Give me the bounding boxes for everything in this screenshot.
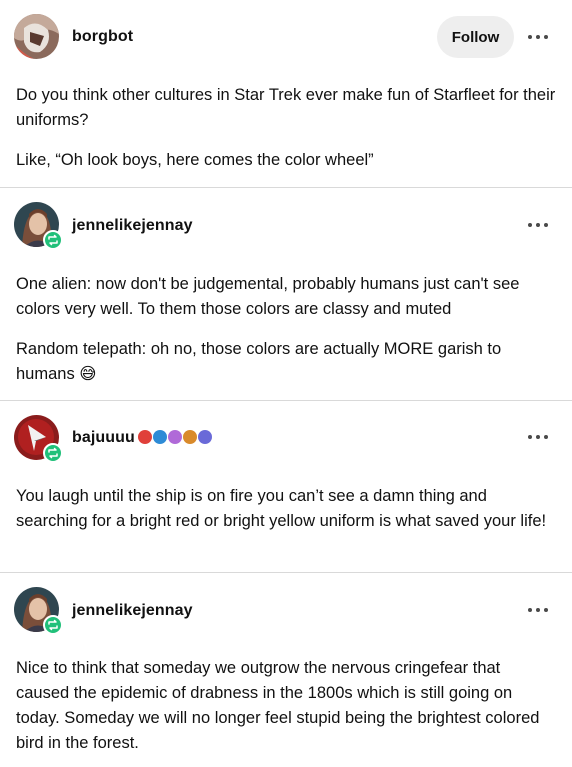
post-paragraph: You laugh until the ship is on fire you … <box>16 487 547 530</box>
post-paragraph: Random telepath: oh no, those colors are… <box>16 340 502 383</box>
username[interactable]: jennelikejennay <box>72 602 193 620</box>
follow-button[interactable]: Follow <box>437 16 514 58</box>
post-borgbot: borgbot Follow Do you think other cultur… <box>0 0 572 188</box>
badge-icon <box>168 430 182 444</box>
badge-icon <box>138 430 152 444</box>
badge-icon <box>198 430 212 444</box>
username[interactable]: jennelikejennay <box>72 217 193 235</box>
username[interactable]: bajuuuu <box>72 429 135 447</box>
post-paragraph: One alien: now don't be judgemental, pro… <box>16 275 520 318</box>
avatar[interactable] <box>14 14 59 59</box>
post-paragraph: Like, “Oh look boys, here comes the colo… <box>16 151 374 169</box>
reblog-icon <box>43 230 63 250</box>
user-badges <box>138 430 212 444</box>
more-options-icon[interactable] <box>528 605 548 615</box>
more-options-icon[interactable] <box>528 32 548 42</box>
post-paragraph: Nice to think that someday we outgrow th… <box>16 659 540 752</box>
badge-icon <box>153 430 167 444</box>
username[interactable]: borgbot <box>72 28 133 46</box>
post-bajuuuu: bajuuuu You laugh until the ship is on f… <box>0 401 572 573</box>
post-jennelikejennay: jennelikejennay One alien: now don't be … <box>0 188 572 401</box>
badge-icon <box>183 430 197 444</box>
reblog-icon <box>43 443 63 463</box>
more-options-icon[interactable] <box>528 220 548 230</box>
post-jennelikejennay-2: jennelikejennay Nice to think that somed… <box>0 573 572 767</box>
more-options-icon[interactable] <box>528 432 548 442</box>
reblog-icon <box>43 615 63 635</box>
post-paragraph: Do you think other cultures in Star Trek… <box>16 86 556 129</box>
